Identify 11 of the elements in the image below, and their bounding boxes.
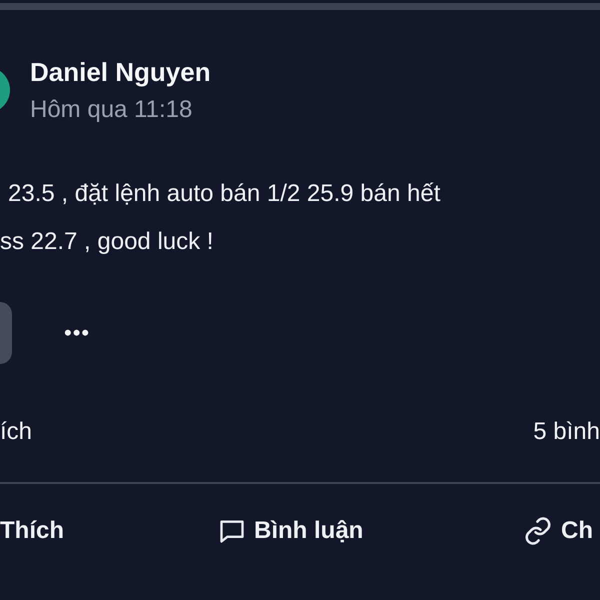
comment-button[interactable]: Bình luận [218,516,523,546]
post-text: ss 22.7 , good luck ! [0,228,214,256]
author-name[interactable]: Daniel Nguyen [30,56,211,88]
like-button[interactable]: Thích [0,516,218,546]
comment-count[interactable]: 5 bình [533,418,600,446]
post-text: 23.5 , đặt lệnh auto bán 1/2 25.9 bán hết [8,180,442,208]
share-button[interactable]: Ch [523,516,600,546]
like-count[interactable]: ích [0,418,32,446]
link-icon [523,516,553,546]
post-time: Hôm qua 11:18 [30,96,194,124]
more-options[interactable]: ••• [64,320,90,346]
